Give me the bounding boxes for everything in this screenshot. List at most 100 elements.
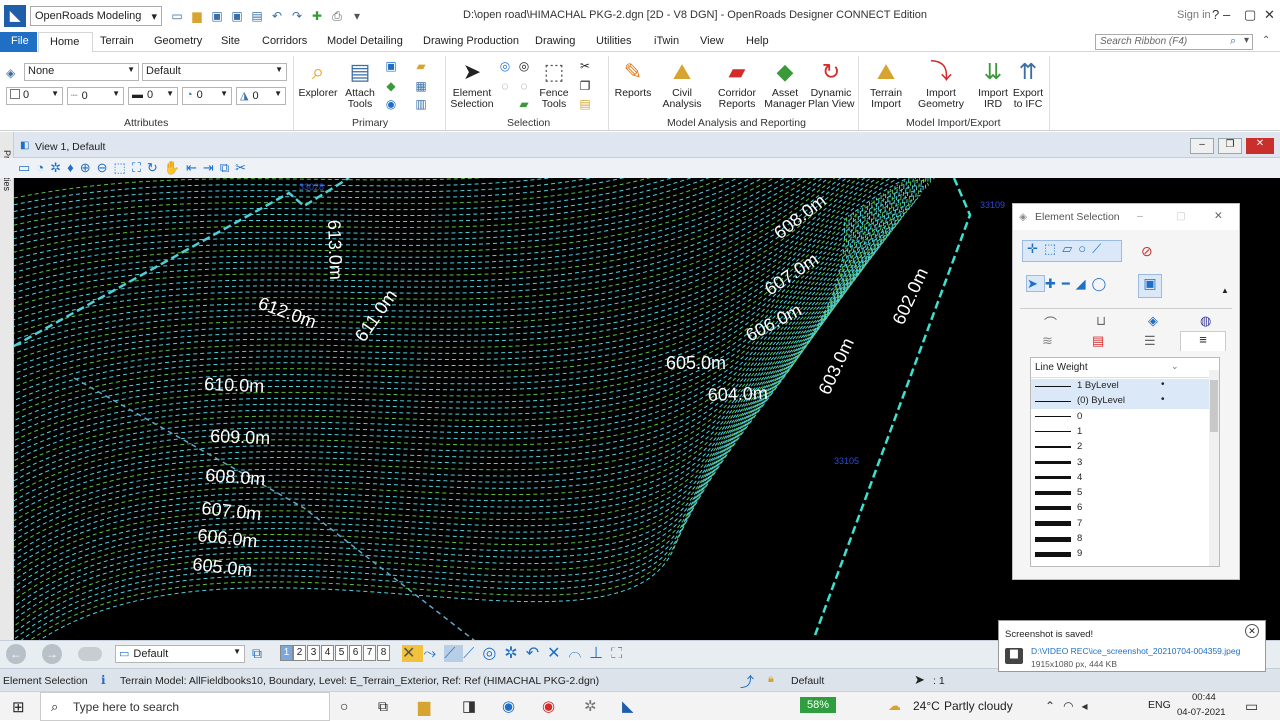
view-button-6[interactable]: 6 bbox=[349, 645, 362, 661]
attach-tools-button[interactable]: ▤ Attach Tools bbox=[341, 58, 379, 110]
view-settings-icon[interactable]: ✲ bbox=[50, 160, 67, 175]
weather-desc[interactable]: Partly cloudy bbox=[944, 699, 1013, 713]
dynamic-plan-view-button[interactable]: ↻ Dynamic Plan View bbox=[808, 58, 855, 110]
app-logo-icon[interactable]: ◣ bbox=[4, 5, 26, 27]
view-minimize-icon[interactable]: – bbox=[1190, 138, 1214, 154]
select-mode-icon[interactable]: ▰ bbox=[517, 97, 531, 111]
help-icon[interactable]: ? bbox=[1212, 7, 1219, 22]
tangent-snap-icon[interactable]: ⌒ bbox=[569, 645, 590, 662]
line-weight-item[interactable]: (0) ByLevel • bbox=[1031, 394, 1209, 410]
color-combo[interactable]: 0 ▼ bbox=[6, 87, 63, 105]
line-weight-item[interactable]: 5 bbox=[1031, 486, 1209, 501]
clock-date[interactable]: 04-07-2021 bbox=[1177, 707, 1226, 718]
save-settings-icon[interactable]: ▣ bbox=[230, 9, 244, 23]
line-weight-item[interactable]: 3 bbox=[1031, 456, 1209, 471]
export-ifc-button[interactable]: ⇈ Export to IFC bbox=[1010, 58, 1046, 110]
linestyle-combo[interactable]: ┈ 0 ▼ bbox=[67, 87, 124, 105]
accudraw-icon[interactable]: ⤴ bbox=[740, 672, 754, 692]
filter-weight-tab[interactable]: ≡ bbox=[1180, 331, 1226, 351]
view-group-combo[interactable]: ▭ Default ▼ bbox=[115, 645, 245, 663]
select-all-icon[interactable]: ◎ bbox=[498, 59, 512, 73]
line-weight-item[interactable]: 8 bbox=[1031, 532, 1209, 547]
undo-icon[interactable]: ↶ bbox=[270, 9, 284, 23]
sort-icon[interactable]: ⌄ bbox=[1171, 361, 1179, 372]
select-circle-icon[interactable]: ◌ bbox=[498, 79, 512, 93]
filter-level-icon[interactable]: ⊔ bbox=[1096, 313, 1106, 329]
select-shape-icon[interactable]: ▱ bbox=[1062, 241, 1078, 256]
tab-home[interactable]: Home bbox=[38, 32, 93, 53]
tab-terrain[interactable]: Terrain bbox=[100, 35, 134, 47]
select-by-attr-icon[interactable]: ◎ bbox=[517, 59, 531, 73]
tab-help[interactable]: Help bbox=[746, 35, 769, 47]
tab-drawing-production[interactable]: Drawing Production bbox=[423, 35, 519, 47]
network-icon[interactable]: ◠ bbox=[1063, 699, 1081, 713]
rotate-view-icon[interactable]: ↻ bbox=[147, 160, 164, 175]
show-hidden-icon[interactable]: ⌃ bbox=[1045, 699, 1063, 713]
view-button-3[interactable]: 3 bbox=[307, 645, 320, 661]
clear-selection-icon[interactable]: ⊘ bbox=[1141, 243, 1153, 260]
element-selection-button[interactable]: ➤ Element Selection bbox=[450, 58, 494, 110]
language-indicator[interactable]: ENG bbox=[1148, 699, 1171, 711]
line-weight-item[interactable]: 1 bbox=[1031, 425, 1209, 440]
list-scrollbar[interactable] bbox=[1209, 370, 1219, 566]
tab-site[interactable]: Site bbox=[221, 35, 240, 47]
close-icon[interactable]: ✕ bbox=[1264, 7, 1275, 23]
copy-icon[interactable]: ❐ bbox=[578, 79, 592, 93]
windows-start-icon[interactable]: ⊞ bbox=[12, 698, 25, 716]
view-button-2[interactable]: 2 bbox=[293, 645, 306, 661]
line-weight-item[interactable]: 1 ByLevel • bbox=[1031, 379, 1209, 394]
line-weight-list[interactable]: Line Weight ⌄ 1 ByLevel • (0) ByLevel • 0 1 2 3… bbox=[1030, 357, 1220, 567]
select-individual-icon[interactable]: ✛ bbox=[1027, 241, 1044, 256]
raster-icon[interactable]: ▦ bbox=[414, 79, 428, 93]
window-area-icon[interactable]: ⬚ bbox=[114, 160, 132, 175]
select-line-icon[interactable]: ⟋ bbox=[1092, 241, 1107, 256]
open-folder-icon[interactable]: ▆ bbox=[190, 9, 204, 23]
style-combo[interactable]: Default ▼ bbox=[142, 63, 287, 81]
tab-itwin[interactable]: iTwin bbox=[654, 35, 679, 47]
midpoint-snap-icon[interactable]: ⟋ bbox=[463, 645, 482, 662]
scrollbar-thumb[interactable] bbox=[1210, 380, 1218, 432]
dialog-minimize-icon[interactable]: – bbox=[1137, 210, 1143, 222]
file-explorer-icon[interactable]: ▆ bbox=[418, 697, 430, 717]
transparency-combo[interactable]: ◔ 0 ▼ bbox=[182, 87, 232, 105]
pan-view-icon[interactable]: ✋ bbox=[164, 160, 186, 175]
tags-icon[interactable]: ▥ bbox=[414, 97, 428, 111]
select-subtract-icon[interactable]: ━ bbox=[1062, 276, 1076, 291]
forward-icon[interactable]: → bbox=[42, 644, 62, 664]
view-button-5[interactable]: 5 bbox=[335, 645, 348, 661]
app-icon-3[interactable]: ✲ bbox=[584, 697, 597, 715]
select-circle-icon[interactable]: ○ bbox=[1078, 241, 1092, 256]
tab-utilities[interactable]: Utilities bbox=[596, 35, 631, 47]
taskbar-search-box[interactable]: ⌕ Type here to search bbox=[40, 692, 330, 721]
minimize-icon[interactable]: – bbox=[1223, 7, 1230, 22]
view-button-4[interactable]: 4 bbox=[321, 645, 334, 661]
toast-close-icon[interactable]: ✕ bbox=[1245, 624, 1259, 638]
volume-icon[interactable]: ◂ bbox=[1082, 699, 1096, 713]
select-clear-icon[interactable]: ◯ bbox=[1092, 276, 1113, 291]
center-snap-icon[interactable]: ◎ bbox=[482, 645, 504, 662]
openroads-taskbar-icon[interactable]: ◣ bbox=[622, 697, 634, 715]
weight-combo[interactable]: ▬ 0 ▼ bbox=[128, 87, 178, 105]
view-windows-icon[interactable]: ⧉ bbox=[252, 645, 262, 662]
task-view-icon[interactable]: ⧉ bbox=[378, 698, 388, 715]
chrome-icon[interactable]: ◉ bbox=[542, 697, 555, 715]
qat-menu-icon[interactable]: ▾ bbox=[350, 9, 364, 23]
terrain-import-button[interactable]: ⛰ Terrain Import bbox=[864, 58, 908, 110]
back-icon[interactable]: ← bbox=[6, 644, 26, 664]
workflow-select[interactable]: OpenRoads Modeling ▾ bbox=[30, 6, 162, 26]
line-weight-item[interactable]: 0 bbox=[1031, 410, 1209, 425]
civil-analysis-button[interactable]: ⛰ Civil Analysis bbox=[658, 58, 706, 110]
reports-button[interactable]: ✎ Reports bbox=[613, 58, 653, 99]
zoom-out-icon[interactable]: ⊖ bbox=[97, 160, 114, 175]
view-restore-icon[interactable]: ❐ bbox=[1218, 138, 1242, 154]
selection-method-toolbar[interactable]: ✛⬚▱○⟋ bbox=[1022, 240, 1122, 262]
view-button-8[interactable]: 8 bbox=[377, 645, 390, 661]
screenshot-toast[interactable]: Screenshot is saved! ✕ ▆ D:\VIDEO REC\ic… bbox=[998, 620, 1266, 672]
save-icon[interactable]: ▣ bbox=[210, 9, 224, 23]
properties-panel-tab[interactable]: Properties bbox=[0, 132, 14, 640]
select-block-icon[interactable]: ⬚ bbox=[1044, 241, 1062, 256]
dialog-close-icon[interactable]: ✕ bbox=[1214, 210, 1223, 222]
perpendicular-snap-icon[interactable]: ⊥ bbox=[589, 645, 611, 662]
sign-in-link[interactable]: Sign in bbox=[1177, 9, 1211, 21]
filter-color-icon[interactable]: ▤ bbox=[1092, 333, 1104, 349]
